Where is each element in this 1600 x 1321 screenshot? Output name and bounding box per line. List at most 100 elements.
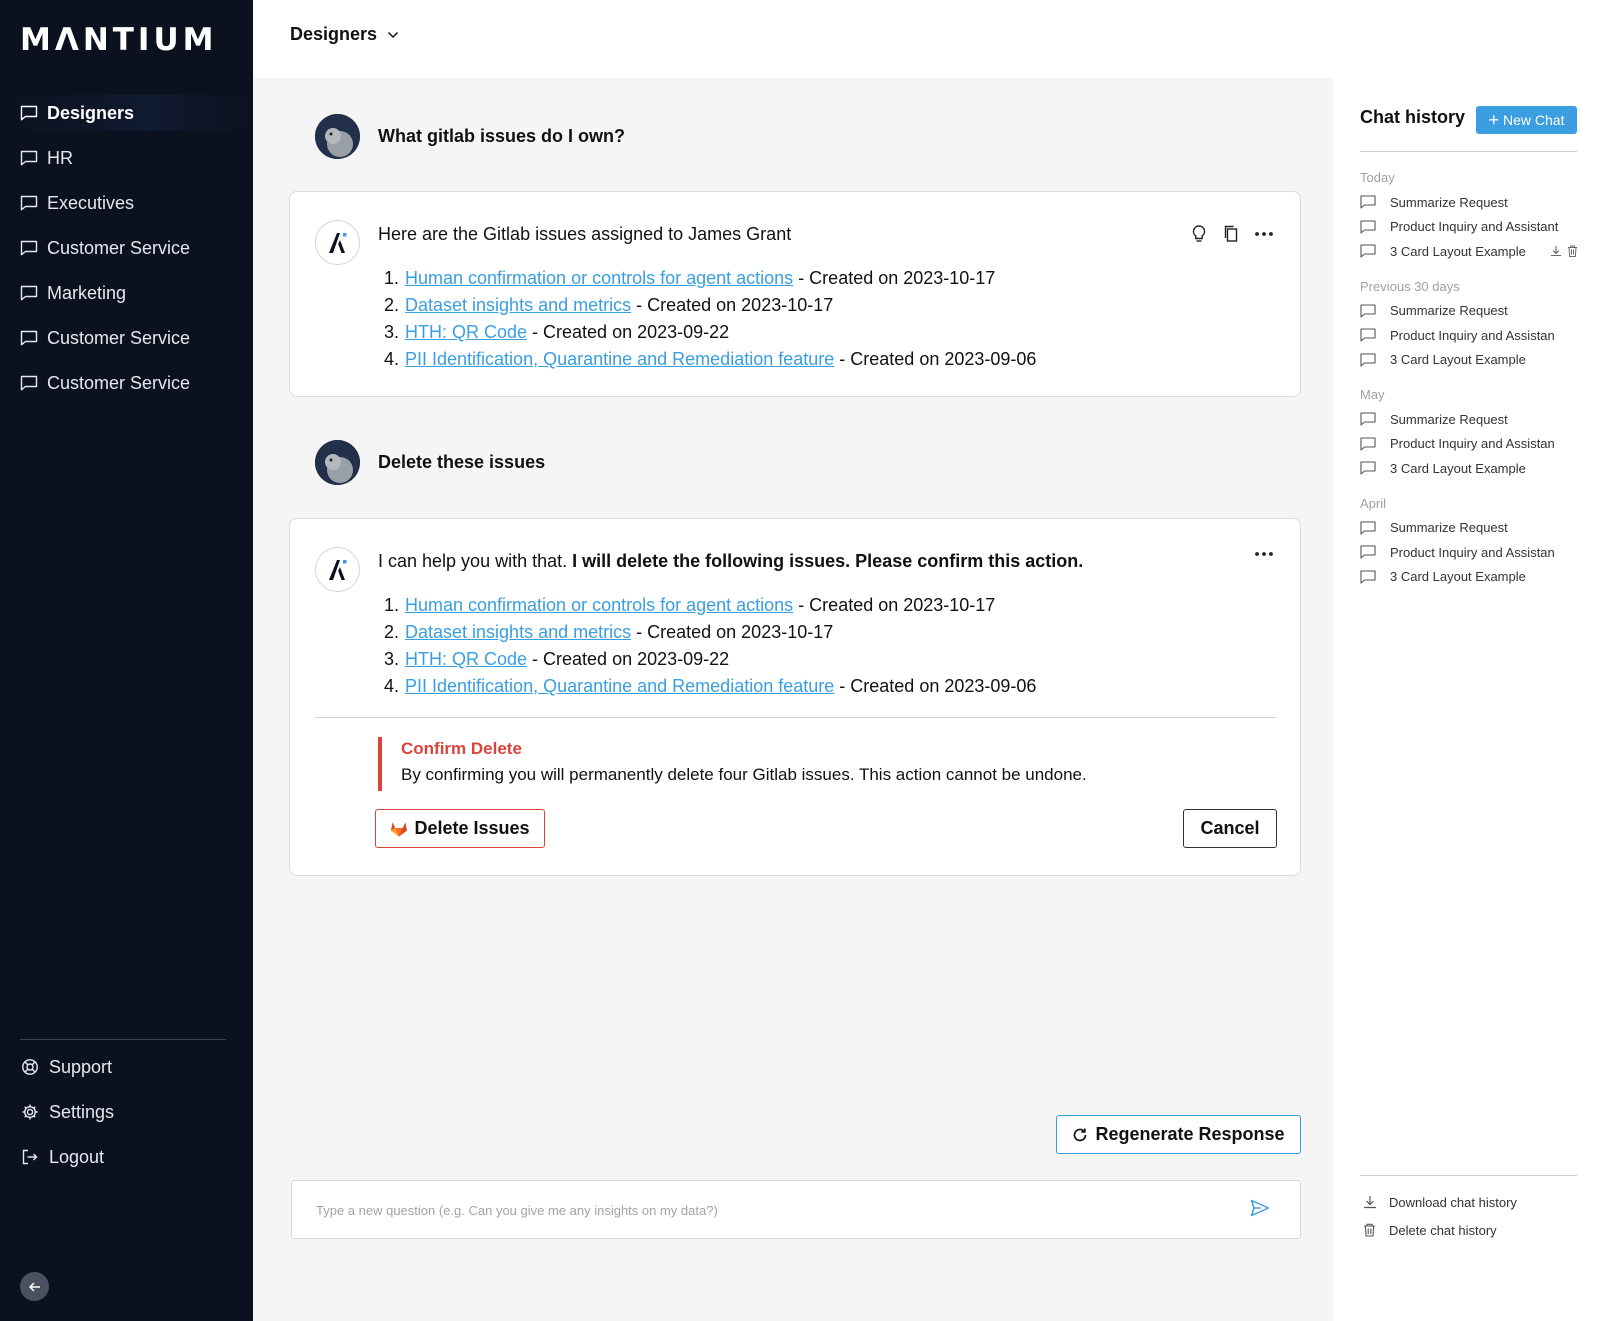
confirm-text: By confirming you will permanently delet…	[401, 765, 1087, 784]
gear-icon	[21, 1103, 39, 1121]
sidebar-item-label: Customer Service	[47, 237, 191, 258]
sidebar-item-label: Designers	[47, 102, 135, 123]
settings-label: Settings	[49, 1101, 115, 1122]
trash-icon[interactable]	[1567, 245, 1578, 258]
sidebar-item-hr[interactable]: HR	[0, 140, 253, 176]
chat-bubble-icon	[1360, 353, 1376, 367]
sidebar-item-customer-service[interactable]: Customer Service	[0, 320, 253, 356]
workspace-label: Designers	[290, 24, 378, 44]
sidebar: MΛNTIUM Designers HR Executives Customer…	[0, 0, 253, 1321]
chat-bubble-icon	[1360, 521, 1376, 535]
history-group-label: May	[1360, 387, 1385, 402]
issue-link[interactable]: Human confirmation or controls for agent…	[405, 268, 793, 288]
sidebar-item-executives[interactable]: Executives	[0, 185, 253, 221]
history-item[interactable]: Summarize Request	[1360, 516, 1580, 541]
list-item: 2. Dataset insights and metrics - Created…	[384, 622, 834, 642]
regenerate-response-button[interactable]: Regenerate Response	[1056, 1115, 1301, 1154]
history-item[interactable]: Product Inquiry and Assistant	[1360, 215, 1580, 240]
assistant-message-text: I can help you with that. I will delete …	[378, 551, 1084, 571]
chat-history-panel: Chat history + New Chat Today Summarize R…	[1333, 78, 1600, 1321]
issue-link[interactable]: Dataset insights and metrics	[405, 622, 631, 642]
list-item: 2. Dataset insights and metrics - Created…	[384, 295, 834, 315]
lifebuoy-icon	[21, 1058, 39, 1076]
history-item[interactable]: Summarize Request	[1360, 299, 1580, 324]
app-logo: MΛNTIUM	[20, 22, 218, 58]
settings-link[interactable]: Settings	[0, 1094, 253, 1130]
history-item[interactable]: 3 Card Layout Example	[1360, 239, 1580, 264]
history-group-today: Today Summarize Request Product Inquiry …	[1360, 166, 1580, 264]
card-divider	[315, 717, 1276, 718]
history-footer: Download chat history Delete chat histor…	[1363, 1188, 1517, 1244]
sidebar-item-customer-service[interactable]: Customer Service	[0, 365, 253, 401]
avatar	[315, 440, 360, 485]
history-item[interactable]: Product Inquiry and Assistan	[1360, 432, 1580, 457]
list-item: 1. Human confirmation or controls for age…	[384, 595, 996, 615]
history-item[interactable]: Product Inquiry and Assistan	[1360, 540, 1580, 565]
chat-bubble-icon	[20, 375, 38, 391]
list-item: 1. Human confirmation or controls for age…	[384, 268, 996, 288]
delete-issues-button[interactable]: Delete Issues	[375, 809, 545, 848]
chat-history-title: Chat history	[1360, 107, 1466, 127]
issue-link[interactable]: HTH: QR Code	[405, 322, 527, 342]
more-icon[interactable]	[1254, 551, 1274, 557]
sidebar-item-label: Customer Service	[47, 372, 191, 393]
download-icon[interactable]	[1550, 245, 1562, 257]
assistant-message-text: Here are the Gitlab issues assigned to J…	[378, 224, 792, 244]
sidebar-item-label: HR	[47, 147, 73, 168]
download-chat-history-link[interactable]: Download chat history	[1363, 1188, 1517, 1216]
collapse-sidebar-button[interactable]	[20, 1272, 49, 1301]
issue-link[interactable]: PII Identification, Quarantine and Remed…	[405, 676, 834, 696]
list-item: 4. PII Identification, Quarantine and Rem…	[384, 349, 1037, 369]
download-chat-history-label: Download chat history	[1389, 1194, 1517, 1210]
avatar	[315, 114, 360, 159]
logout-label: Logout	[49, 1146, 105, 1167]
copy-icon[interactable]	[1222, 224, 1240, 244]
top-bar: Designers	[253, 0, 1600, 78]
chat-bubble-icon	[1360, 545, 1376, 559]
history-groups: Today Summarize Request Product Inquiry …	[1360, 166, 1580, 600]
delete-chat-history-link[interactable]: Delete chat history	[1363, 1216, 1517, 1244]
chat-bubble-icon	[1360, 328, 1376, 342]
history-item[interactable]: 3 Card Layout Example	[1360, 348, 1580, 373]
user-message-text: What gitlab issues do I own?	[378, 126, 626, 146]
chat-bubble-icon	[1360, 244, 1376, 258]
history-item[interactable]: Product Inquiry and Assistan	[1360, 323, 1580, 348]
history-group-label: April	[1360, 495, 1387, 511]
sidebar-item-customer-service[interactable]: Customer Service	[0, 230, 253, 266]
assistant-avatar	[315, 220, 360, 265]
sidebar-item-marketing[interactable]: Marketing	[0, 275, 253, 311]
gitlab-fox-icon	[390, 820, 408, 837]
workspace-dropdown[interactable]: Designers	[290, 24, 399, 45]
sidebar-item-label: Customer Service	[47, 327, 191, 348]
issue-link[interactable]: Human confirmation or controls for agent…	[405, 595, 793, 615]
cancel-button[interactable]: Cancel	[1183, 809, 1277, 848]
user-message: What gitlab issues do I own?	[315, 114, 625, 159]
history-item[interactable]: 3 Card Layout Example	[1360, 456, 1580, 481]
sidebar-item-label: Marketing	[47, 282, 127, 303]
lightbulb-icon[interactable]	[1190, 224, 1208, 244]
history-divider	[1360, 151, 1577, 152]
chat-bubble-icon	[1360, 195, 1376, 209]
issue-list: 1. Human confirmation or controls for age…	[384, 592, 1036, 700]
user-message: Delete these issues	[315, 440, 545, 485]
list-item: 4. PII Identification, Quarantine and Rem…	[384, 676, 1037, 696]
issue-link[interactable]: HTH: QR Code	[405, 649, 527, 669]
issue-link[interactable]: PII Identification, Quarantine and Remed…	[405, 349, 834, 369]
chat-bubble-icon	[20, 105, 38, 121]
history-item[interactable]: Summarize Request	[1360, 190, 1580, 215]
chat-bubble-icon	[20, 150, 38, 166]
sidebar-divider	[20, 1039, 226, 1040]
support-link[interactable]: Support	[0, 1049, 253, 1085]
sidebar-item-designers[interactable]: Designers	[0, 95, 253, 131]
send-icon[interactable]	[1250, 1199, 1270, 1217]
logout-link[interactable]: Logout	[0, 1139, 253, 1175]
chat-bubble-icon	[1360, 304, 1376, 318]
history-item[interactable]: Summarize Request	[1360, 407, 1580, 432]
sidebar-bottom-nav: Support Settings Logout	[0, 1049, 253, 1184]
more-icon[interactable]	[1254, 231, 1274, 237]
chat-input[interactable]	[316, 1199, 1216, 1221]
issue-link[interactable]: Dataset insights and metrics	[405, 295, 631, 315]
new-chat-button[interactable]: + New Chat	[1476, 106, 1577, 134]
message-actions	[1254, 551, 1274, 557]
history-item[interactable]: 3 Card Layout Example	[1360, 565, 1580, 590]
